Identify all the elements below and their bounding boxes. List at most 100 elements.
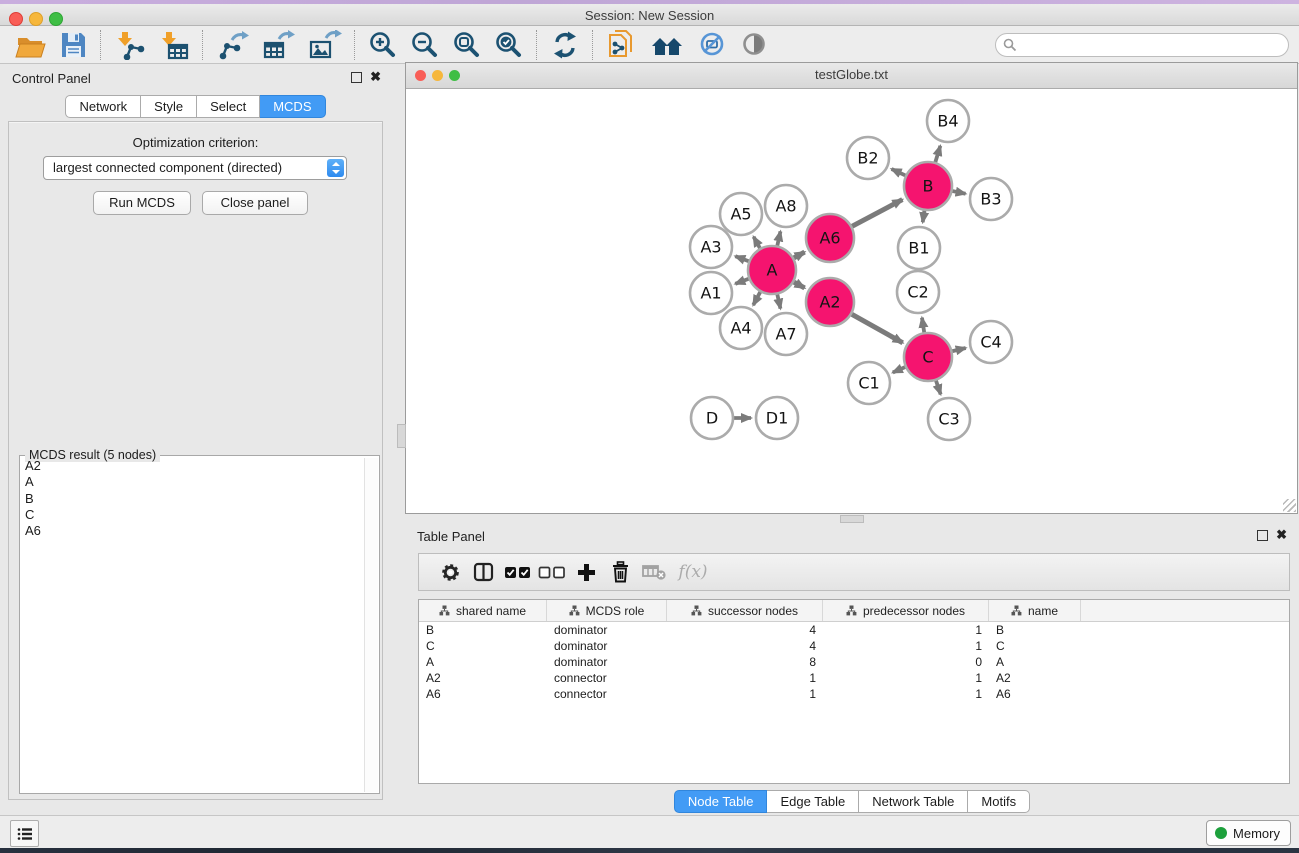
table-cell[interactable]: 1 — [667, 686, 823, 702]
delete-table-icon[interactable] — [637, 563, 671, 581]
deselect-all-icon[interactable] — [535, 566, 569, 579]
zoom-fit-icon[interactable] — [446, 29, 488, 61]
home-icon[interactable] — [644, 29, 692, 61]
zoom-out-icon[interactable] — [404, 29, 446, 61]
table-cell[interactable]: 0 — [823, 654, 989, 670]
table-cell[interactable]: 1 — [823, 638, 989, 654]
memory-button[interactable]: Memory — [1206, 820, 1291, 846]
tab-motifs[interactable]: Motifs — [968, 790, 1030, 813]
select-all-icon[interactable] — [501, 566, 535, 579]
table-cell[interactable]: connector — [547, 686, 667, 702]
column-header-shared-name[interactable]: shared name — [419, 600, 547, 621]
mcds-result-item[interactable]: A2 — [21, 458, 364, 474]
table-cell[interactable]: 4 — [667, 638, 823, 654]
close-panel-icon[interactable]: ✖ — [370, 70, 381, 83]
table-cell[interactable]: 1 — [823, 670, 989, 686]
table-cell[interactable]: 1 — [823, 622, 989, 638]
table-row[interactable]: A2connector11A2 — [419, 670, 1289, 686]
show-columns-icon[interactable] — [467, 562, 501, 582]
hide-labels-icon[interactable] — [692, 29, 734, 61]
table-row[interactable]: Adominator80A — [419, 654, 1289, 670]
table-cell[interactable]: B — [989, 622, 1081, 638]
zoom-selected-icon[interactable] — [488, 29, 530, 61]
mcds-result-item[interactable]: A6 — [21, 523, 364, 539]
toolbar-separator — [100, 30, 102, 60]
table-row[interactable]: Bdominator41B — [419, 622, 1289, 638]
table-row[interactable]: Cdominator41C — [419, 638, 1289, 654]
mcds-result-item[interactable]: B — [21, 491, 364, 507]
new-document-icon[interactable] — [600, 29, 644, 61]
table-row[interactable]: A6connector11A6 — [419, 686, 1289, 702]
table-cell[interactable]: B — [419, 622, 547, 638]
table-cell[interactable]: A6 — [989, 686, 1081, 702]
table-cell-filler — [1081, 670, 1289, 686]
tab-select[interactable]: Select — [197, 95, 260, 118]
table-cell[interactable]: A — [989, 654, 1081, 670]
open-file-icon[interactable] — [8, 29, 52, 61]
float-panel-icon[interactable] — [351, 72, 362, 83]
table-cell[interactable]: dominator — [547, 638, 667, 654]
float-panel-icon[interactable] — [1257, 530, 1268, 541]
zoom-in-icon[interactable] — [362, 29, 404, 61]
graph-node-label: C — [922, 348, 933, 367]
table-cell[interactable]: C — [419, 638, 547, 654]
table-cell[interactable]: C — [989, 638, 1081, 654]
graph-edge-A6-B[interactable] — [849, 200, 902, 228]
table-cell[interactable]: 1 — [667, 670, 823, 686]
graph-edge-A2-C[interactable] — [849, 313, 903, 343]
tab-style[interactable]: Style — [141, 95, 197, 118]
column-header-MCDS-role[interactable]: MCDS role — [547, 600, 667, 621]
add-column-icon[interactable] — [569, 562, 603, 583]
table-cell[interactable]: A — [419, 654, 547, 670]
mcds-result-item[interactable]: A — [21, 474, 364, 490]
search-input[interactable] — [1022, 35, 1281, 55]
save-session-icon[interactable] — [52, 29, 94, 61]
import-network-icon[interactable] — [108, 29, 152, 61]
vertical-splitter-handle[interactable] — [397, 424, 406, 448]
export-network-icon[interactable] — [210, 29, 256, 61]
table-cell[interactable]: connector — [547, 670, 667, 686]
close-panel-button[interactable]: Close panel — [202, 191, 308, 215]
network-canvas[interactable]: B4B2BB3A5A8A6B1A3AA1C2A2A4A7CC4C1C3DD1 — [406, 89, 1297, 513]
import-table-icon[interactable] — [152, 29, 196, 61]
delete-column-trash-icon[interactable] — [603, 561, 637, 583]
criterion-dropdown[interactable]: largest connected component (directed) — [43, 156, 347, 180]
column-header-name[interactable]: name — [989, 600, 1081, 621]
table-cell[interactable]: A2 — [989, 670, 1081, 686]
tab-network[interactable]: Network — [65, 95, 141, 118]
show-panels-list-button[interactable] — [10, 820, 39, 847]
window-resize-grip[interactable] — [1283, 499, 1296, 512]
window-titlebar: Session: New Session — [0, 4, 1299, 26]
column-header-successor-nodes[interactable]: successor nodes — [667, 600, 823, 621]
mcds-result-item[interactable]: C — [21, 507, 364, 523]
tab-network-table[interactable]: Network Table — [859, 790, 968, 813]
export-image-icon[interactable] — [302, 29, 348, 61]
apply-layout-icon[interactable] — [544, 29, 586, 61]
table-cell[interactable]: 4 — [667, 622, 823, 638]
tab-node-table[interactable]: Node Table — [674, 790, 768, 813]
result-scrollbar[interactable] — [364, 458, 378, 792]
function-builder-icon[interactable]: f(x) — [671, 562, 715, 582]
mcds-result-list: A2ABCA6 — [21, 458, 364, 792]
table-cell[interactable]: 8 — [667, 654, 823, 670]
graph-node-label: A4 — [730, 319, 751, 338]
graph-node-label: A — [767, 261, 778, 280]
table-panel: Table Panel ✖ f(x) shared nameMCDS — [405, 522, 1299, 812]
table-cell[interactable]: A2 — [419, 670, 547, 686]
tab-mcds[interactable]: MCDS — [260, 95, 325, 118]
table-cell[interactable]: dominator — [547, 654, 667, 670]
show-details-eye-icon[interactable] — [734, 29, 776, 61]
application-window: Session: New Session — [0, 0, 1299, 853]
column-header-predecessor-nodes[interactable]: predecessor nodes — [823, 600, 989, 621]
export-table-icon[interactable] — [256, 29, 302, 61]
table-cell[interactable]: 1 — [823, 686, 989, 702]
optimization-criterion-label: Optimization criterion: — [9, 135, 382, 150]
main-toolbar — [0, 26, 1299, 64]
table-cell[interactable]: A6 — [419, 686, 547, 702]
tab-edge-table[interactable]: Edge Table — [767, 790, 859, 813]
table-settings-gear-icon[interactable] — [433, 562, 467, 583]
hierarchy-icon — [691, 605, 702, 616]
close-panel-icon[interactable]: ✖ — [1276, 528, 1287, 541]
table-cell[interactable]: dominator — [547, 622, 667, 638]
run-mcds-button[interactable]: Run MCDS — [93, 191, 191, 215]
